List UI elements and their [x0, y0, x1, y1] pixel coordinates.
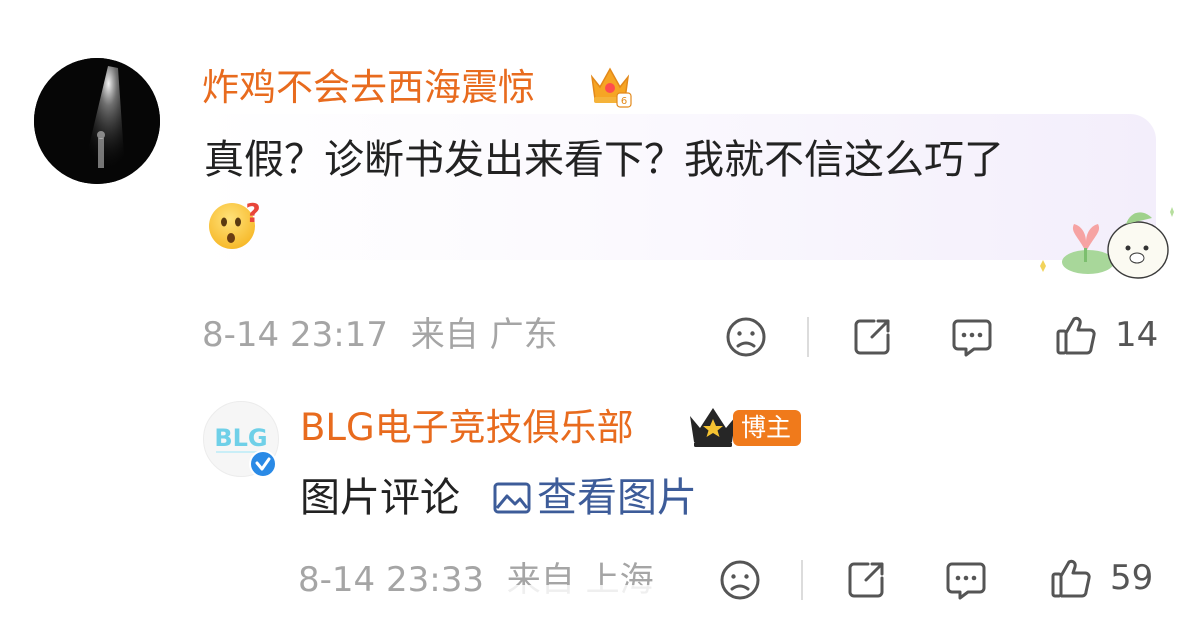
divider	[801, 560, 803, 600]
thumbs-up-icon[interactable]	[1054, 313, 1098, 357]
location: 来自 广东	[410, 315, 558, 355]
share-icon[interactable]	[844, 558, 888, 602]
svg-text:?: ?	[245, 199, 260, 229]
crown-icon: 6	[590, 67, 632, 108]
sad-face-icon[interactable]	[724, 315, 768, 359]
question-face-emoji: ?	[209, 199, 261, 249]
comment-meta: 8-14 23:17 来自 广东	[202, 313, 558, 357]
avatar-logo-text: BLG	[214, 424, 267, 452]
comment-icon[interactable]	[944, 558, 988, 602]
thumbs-up-icon[interactable]	[1049, 556, 1093, 600]
blogger-badge: 博主	[733, 410, 802, 446]
crown-icon	[690, 408, 736, 447]
share-icon[interactable]	[850, 315, 894, 359]
like-count: 59	[1110, 558, 1154, 598]
avatar[interactable]	[34, 58, 160, 184]
image-icon	[493, 482, 531, 514]
sad-face-icon[interactable]	[718, 558, 762, 602]
username[interactable]: 炸鸡不会去西海震惊	[202, 62, 535, 114]
verified-icon	[249, 450, 277, 478]
comment-text: 图片评论	[300, 475, 460, 521]
comment-text: 真假？诊断书发出来看下？我就不信这么巧了	[204, 137, 1004, 183]
comment-icon[interactable]	[950, 315, 994, 359]
username[interactable]: BLG电子竞技俱乐部	[300, 402, 634, 454]
divider	[807, 317, 809, 357]
timestamp: 8-14 23:17	[202, 315, 388, 355]
like-count: 14	[1115, 315, 1159, 355]
svg-text:6: 6	[621, 96, 627, 107]
timestamp: 8-14 23:33	[298, 560, 484, 600]
view-image-label: 查看图片	[537, 475, 697, 521]
view-image-link[interactable]: 查看图片	[491, 472, 697, 524]
sticker-decoration	[1040, 207, 1174, 279]
watermark-overlay	[495, 585, 687, 619]
